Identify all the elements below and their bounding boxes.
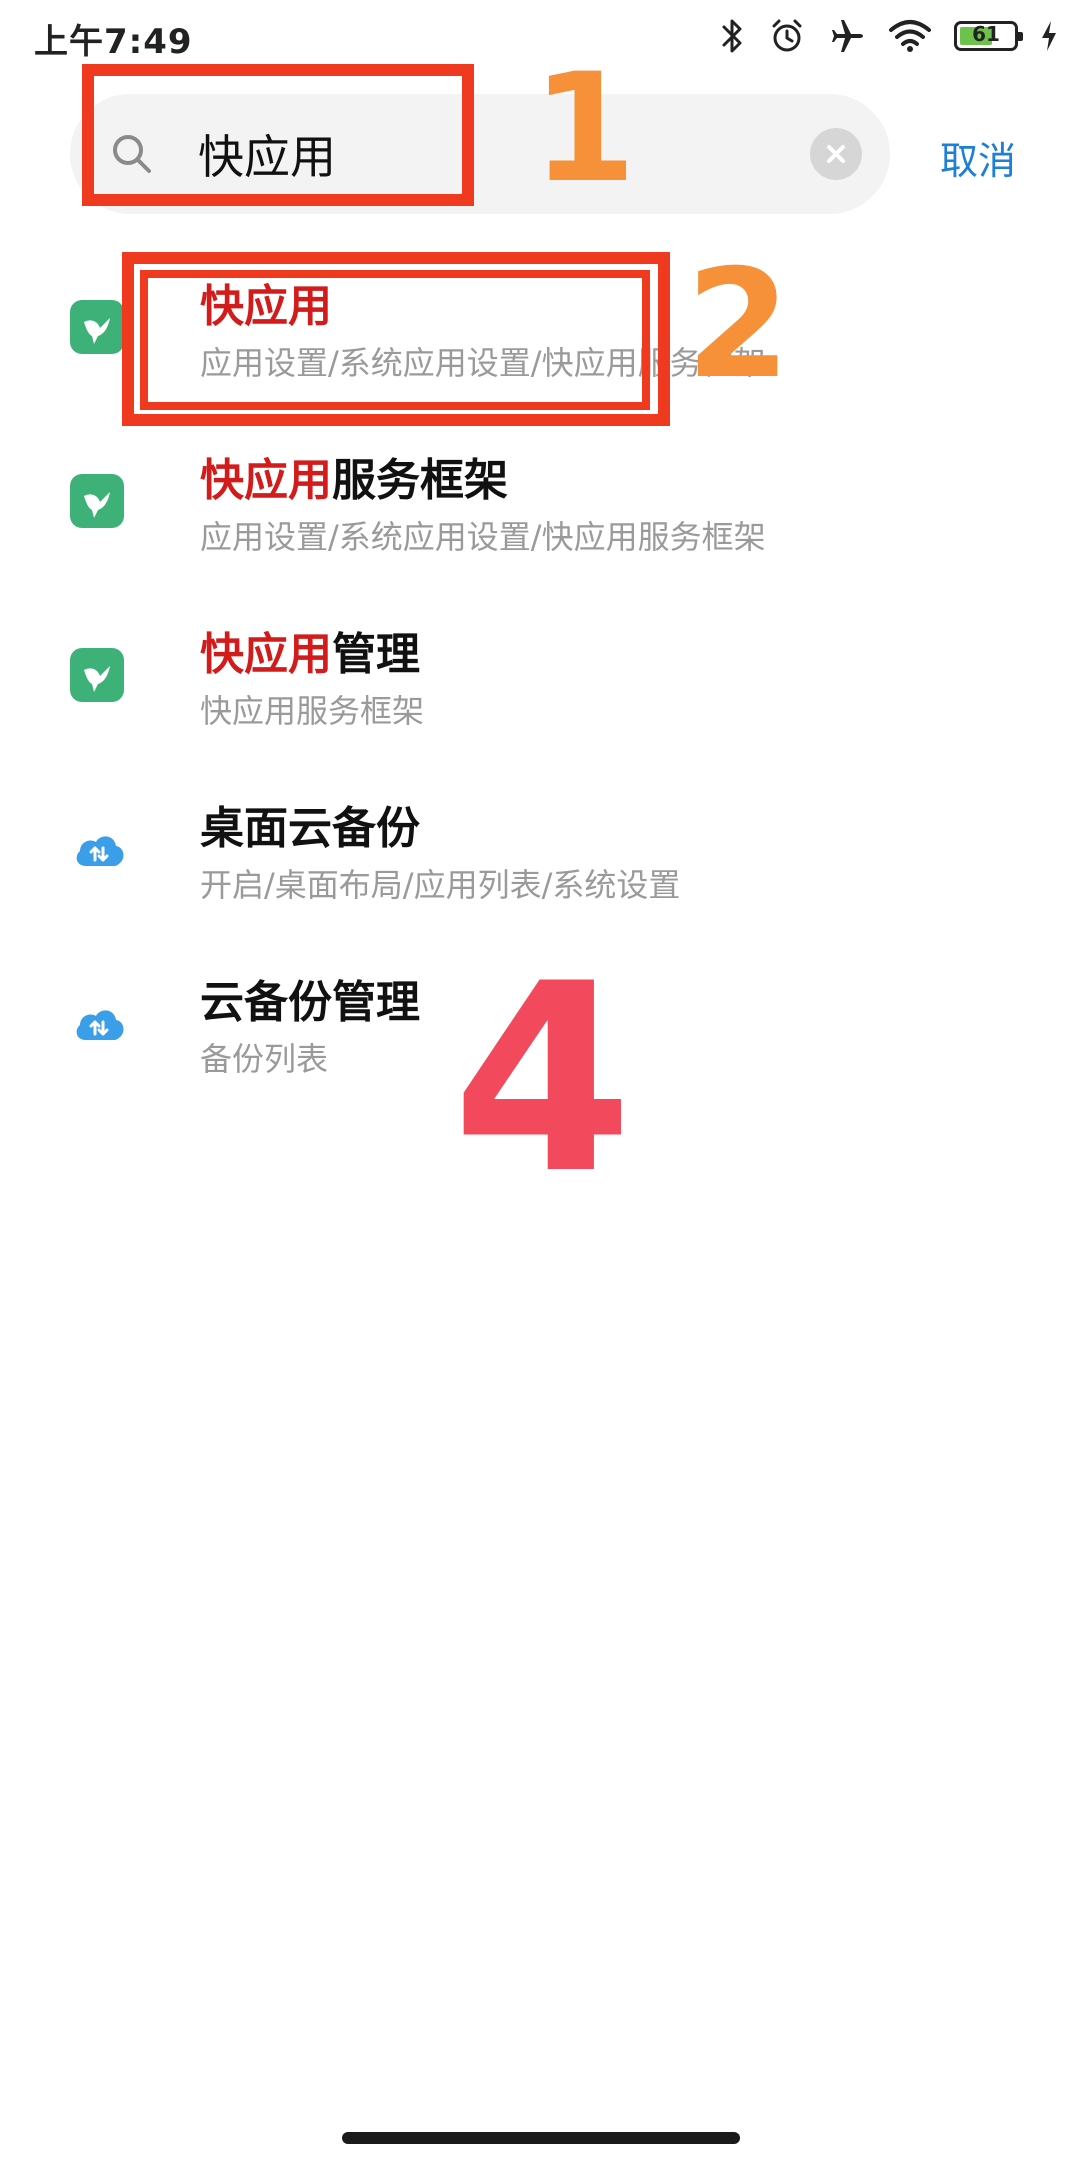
result-title-rest: 桌面云备份 bbox=[200, 803, 420, 854]
annotation-number-2: 2 bbox=[686, 238, 791, 412]
result-title-rest: 云备份管理 bbox=[200, 977, 420, 1028]
annotation-number-4: 4 bbox=[452, 929, 633, 1231]
result-title-rest: 管理 bbox=[332, 629, 420, 680]
battery-icon: 61 bbox=[954, 21, 1023, 51]
hummingbird-app-icon bbox=[70, 474, 124, 528]
result-path: 快应用服务框架 bbox=[200, 692, 425, 730]
annotation-number-1: 1 bbox=[532, 42, 637, 216]
charging-icon bbox=[1040, 19, 1058, 53]
alarm-icon bbox=[768, 17, 806, 55]
hummingbird-app-icon bbox=[70, 300, 124, 354]
result-path: 备份列表 bbox=[200, 1040, 329, 1078]
bluetooth-icon bbox=[720, 17, 746, 55]
result-path: 开启/桌面布局/应用列表/系统设置 bbox=[200, 866, 681, 904]
result-path: 应用设置/系统应用设置/快应用服务框架 bbox=[200, 518, 766, 556]
battery-level: 61 bbox=[972, 22, 1000, 46]
airplane-icon bbox=[828, 17, 866, 55]
result-title: 快应用管理 bbox=[200, 618, 420, 682]
annotation-box-result-inner bbox=[140, 270, 650, 410]
home-indicator[interactable] bbox=[342, 2132, 740, 2144]
hummingbird-app-icon bbox=[70, 648, 124, 702]
cancel-button[interactable]: 取消 bbox=[940, 130, 1016, 185]
result-title-rest: 服务框架 bbox=[332, 455, 508, 506]
close-icon bbox=[827, 145, 845, 163]
result-title: 桌面云备份 bbox=[200, 792, 420, 856]
cloud-sync-icon bbox=[70, 996, 124, 1050]
annotation-box-search bbox=[82, 64, 474, 206]
result-item-desktop-cloud-backup[interactable]: 桌面云备份 开启/桌面布局/应用列表/系统设置 bbox=[0, 768, 1080, 942]
cloud-sync-icon bbox=[70, 822, 124, 876]
wifi-icon bbox=[888, 18, 932, 54]
status-time: 上午7:49 bbox=[34, 22, 193, 62]
clear-search-button[interactable] bbox=[810, 128, 862, 180]
status-icons: 61 bbox=[720, 14, 1058, 58]
result-title: 快应用服务框架 bbox=[200, 444, 508, 508]
result-item-quick-app-service-framework[interactable]: 快应用服务框架 应用设置/系统应用设置/快应用服务框架 bbox=[0, 420, 1080, 594]
result-title: 云备份管理 bbox=[200, 966, 420, 1030]
result-title-highlight: 快应用 bbox=[200, 455, 332, 506]
result-title-highlight: 快应用 bbox=[200, 629, 332, 680]
result-item-quick-app-management[interactable]: 快应用管理 快应用服务框架 bbox=[0, 594, 1080, 768]
